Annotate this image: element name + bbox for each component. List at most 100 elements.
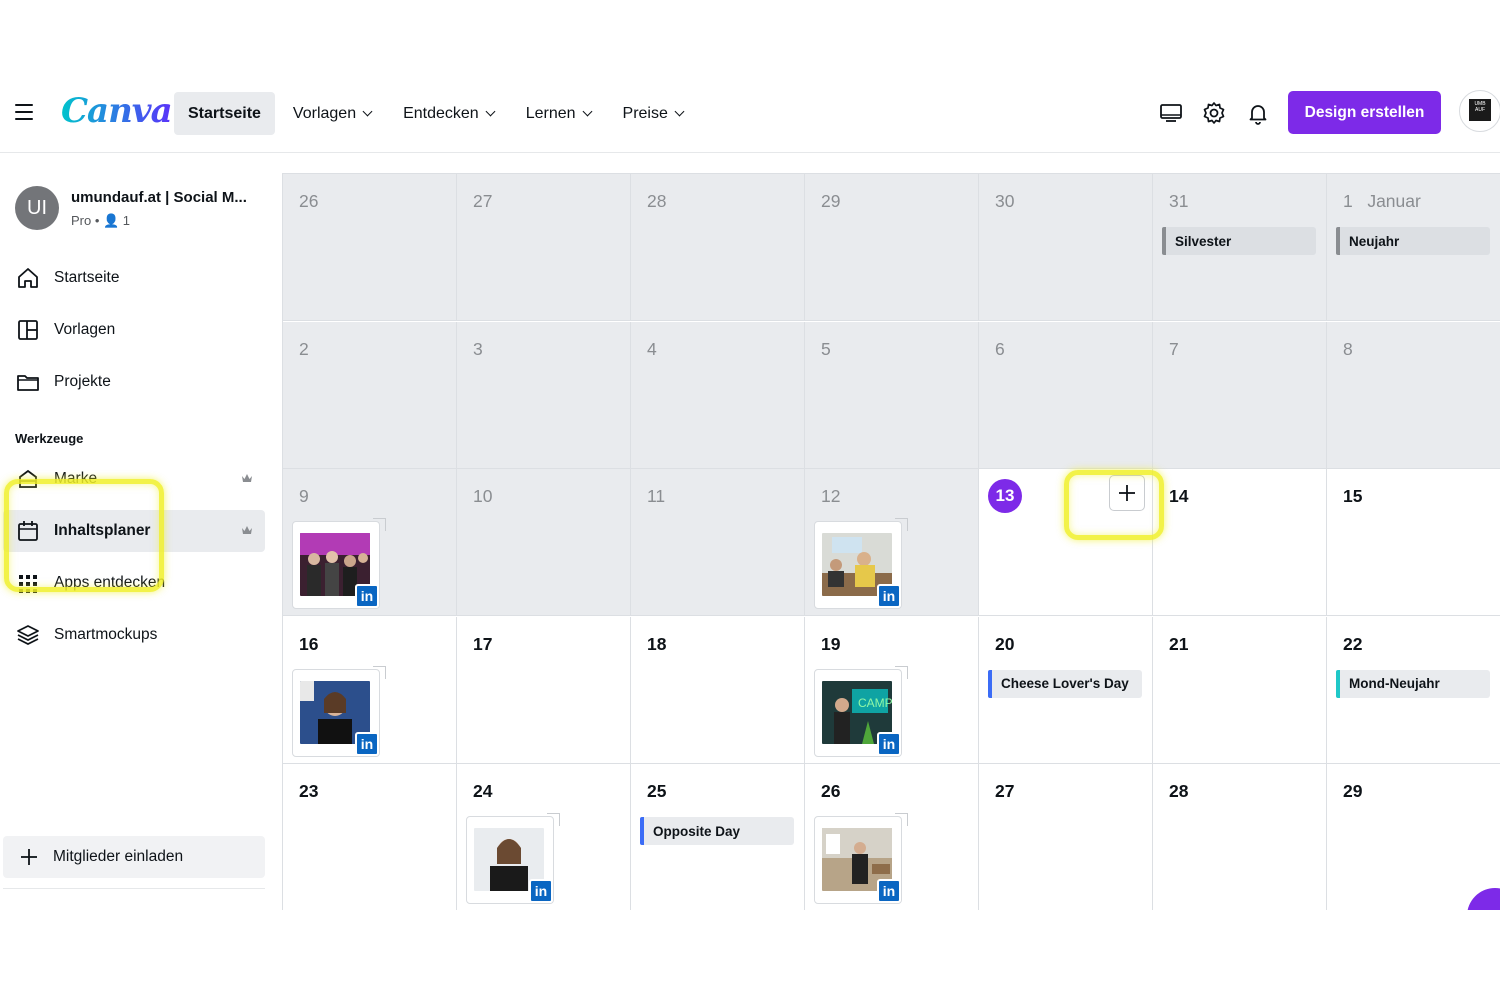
- day-number: 4: [647, 338, 657, 359]
- calendar-day-cell[interactable]: 20 Cheese Lover's Day: [979, 616, 1153, 764]
- account-name[interactable]: umundauf.at | Social M...: [71, 189, 261, 206]
- calendar-day-cell[interactable]: 15: [1327, 469, 1500, 616]
- day-number: 7: [1169, 338, 1179, 359]
- day-number: 3: [473, 338, 483, 359]
- calendar-day-cell[interactable]: 28: [1153, 764, 1327, 911]
- sidebar-item-apps-entdecken[interactable]: Apps entdecken: [3, 562, 265, 604]
- calendar-day-cell[interactable]: 14: [1153, 469, 1327, 616]
- calendar-day-cell[interactable]: 12 in: [805, 469, 979, 616]
- scheduled-post[interactable]: CAMP in: [814, 665, 908, 757]
- sidebar-item-label: Marke: [54, 470, 98, 487]
- menu-icon[interactable]: [15, 104, 33, 120]
- calendar-day-cell[interactable]: 8: [1327, 321, 1500, 469]
- create-design-button[interactable]: Design erstellen: [1288, 91, 1441, 134]
- main-nav: Startseite Vorlagen Entdecken Lernen Preise: [174, 92, 701, 135]
- calendar-day-cell[interactable]: 31 Silvester: [1153, 174, 1327, 321]
- day-number: 1 Januar: [1343, 191, 1421, 211]
- calendar-day-cell[interactable]: 13: [979, 469, 1153, 616]
- linkedin-icon: in: [877, 584, 901, 608]
- calendar-day-cell[interactable]: 18: [631, 616, 805, 764]
- post-stack-corner: [547, 813, 560, 826]
- day-number: 16: [299, 633, 319, 654]
- day-number: 19: [821, 633, 841, 654]
- calendar-day-cell[interactable]: 29: [805, 174, 979, 321]
- plus-icon: [1119, 485, 1135, 501]
- sidebar-item-inhaltsplaner[interactable]: Inhaltsplaner: [3, 510, 265, 552]
- day-number: 5: [821, 338, 831, 359]
- calendar-day-cell[interactable]: 29: [1327, 764, 1500, 911]
- day-number: 15: [1343, 486, 1363, 506]
- bell-icon[interactable]: [1245, 100, 1271, 126]
- gear-icon[interactable]: [1201, 100, 1227, 126]
- invite-members-button[interactable]: Mitglieder einladen: [3, 836, 265, 878]
- calendar-event[interactable]: Silvester: [1162, 227, 1316, 255]
- scheduled-post[interactable]: in: [814, 813, 908, 904]
- monitor-icon[interactable]: [1158, 100, 1184, 126]
- nav-label: Vorlagen: [292, 104, 357, 122]
- calendar-day-cell[interactable]: 22 Mond-Neujahr: [1327, 616, 1500, 764]
- nav-item-preise[interactable]: Preise: [609, 92, 697, 135]
- nav-item-startseite[interactable]: Startseite: [174, 92, 275, 135]
- calendar-event[interactable]: Mond-Neujahr: [1336, 669, 1490, 698]
- calendar-day-cell[interactable]: 2: [283, 321, 457, 469]
- sidebar-item-smartmockups[interactable]: Smartmockups: [3, 614, 265, 656]
- sidebar-item-startseite[interactable]: Startseite: [3, 257, 265, 299]
- calendar-day-cell[interactable]: 24 in: [457, 764, 631, 911]
- calendar-day-cell[interactable]: 3: [457, 321, 631, 469]
- canva-logo[interactable]: Canva: [61, 91, 173, 131]
- calendar-day-cell[interactable]: 27: [457, 174, 631, 321]
- sidebar-item-marke[interactable]: Marke: [3, 458, 265, 500]
- event-color-bar: [640, 817, 644, 845]
- day-number: 22: [1343, 633, 1363, 654]
- add-post-button[interactable]: [1109, 475, 1145, 511]
- nav-item-lernen[interactable]: Lernen: [512, 92, 605, 135]
- user-avatar[interactable]: UMB AUF: [1459, 90, 1500, 132]
- calendar-day-cell[interactable]: 28: [631, 174, 805, 321]
- event-label: Silvester: [1175, 233, 1232, 249]
- calendar-day-cell[interactable]: 16 in: [283, 616, 457, 764]
- invite-label: Mitglieder einladen: [53, 848, 184, 865]
- calendar-day-cell[interactable]: 6: [979, 321, 1153, 469]
- calendar-event[interactable]: Neujahr: [1336, 227, 1490, 255]
- calendar-day-cell[interactable]: 4: [631, 321, 805, 469]
- calendar-day-cell[interactable]: 25 Opposite Day: [631, 764, 805, 911]
- day-number: 18: [647, 633, 667, 654]
- scheduled-post[interactable]: in: [292, 665, 386, 757]
- calendar-icon: [18, 521, 38, 541]
- calendar-day-cell[interactable]: 19 CAMP in: [805, 616, 979, 764]
- scheduled-post[interactable]: in: [292, 518, 386, 609]
- calendar-day-cell[interactable]: 5: [805, 321, 979, 469]
- templates-icon: [18, 320, 38, 340]
- calendar-day-cell[interactable]: 27: [979, 764, 1153, 911]
- calendar-day-cell[interactable]: 17: [457, 616, 631, 764]
- canva-app: Canva Startseite Vorlagen Entdecken Lernen P…: [0, 0, 1500, 1000]
- calendar-day-cell[interactable]: 9 in: [283, 469, 457, 616]
- content-planner-calendar: 26 27 28 29 30 31 Silvester 1 Januar Neujahr 2 3 4 5…: [282, 173, 1500, 911]
- post-stack-corner: [373, 665, 386, 679]
- calendar-day-cell[interactable]: 7: [1153, 321, 1327, 469]
- account-avatar[interactable]: UI: [15, 186, 59, 230]
- calendar-day-cell[interactable]: 1 Januar Neujahr: [1327, 174, 1500, 321]
- event-label: Cheese Lover's Day: [1001, 676, 1129, 691]
- top-bar: Canva Startseite Vorlagen Entdecken Lernen P…: [0, 74, 1500, 153]
- nav-item-entdecken[interactable]: Entdecken: [389, 92, 508, 135]
- calendar-event[interactable]: Opposite Day: [640, 817, 794, 845]
- nav-item-vorlagen[interactable]: Vorlagen: [279, 92, 385, 135]
- calendar-day-cell[interactable]: 23: [283, 764, 457, 911]
- calendar-day-cell[interactable]: 11: [631, 469, 805, 616]
- calendar-event[interactable]: Cheese Lover's Day: [988, 669, 1142, 698]
- sidebar-item-vorlagen[interactable]: Vorlagen: [3, 309, 265, 351]
- calendar-day-cell[interactable]: 30: [979, 174, 1153, 321]
- scheduled-post[interactable]: in: [466, 813, 560, 904]
- calendar-day-cell[interactable]: 10: [457, 469, 631, 616]
- sidebar-item-label: Startseite: [54, 269, 120, 286]
- home-icon: [18, 268, 38, 288]
- calendar-day-cell[interactable]: 21: [1153, 616, 1327, 764]
- calendar-day-cell[interactable]: 26: [283, 174, 457, 321]
- scheduled-post[interactable]: in: [814, 518, 908, 609]
- sidebar-item-projekte[interactable]: Projekte: [3, 361, 265, 403]
- post-stack-corner: [373, 518, 386, 531]
- chevron-down-icon: [582, 106, 592, 117]
- calendar-day-cell[interactable]: 26 in: [805, 764, 979, 911]
- nav-label: Startseite: [188, 104, 261, 122]
